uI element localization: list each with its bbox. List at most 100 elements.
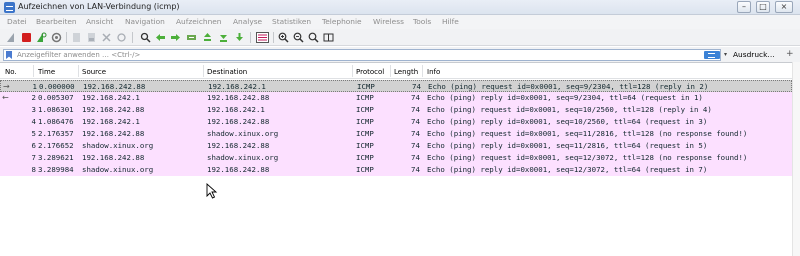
column-header-time[interactable]: Time	[38, 68, 55, 76]
cell-source: 192.168.242.1	[82, 117, 140, 126]
shark-fin-start-icon[interactable]	[6, 32, 17, 43]
cell-info: Echo (ping) reply id=0x0001, seq=11/2816…	[427, 141, 708, 150]
zoom-normal-icon[interactable]	[308, 32, 319, 43]
packet-row[interactable]: 7 3.289621 192.168.242.88 shadow.xinux.org I…	[0, 152, 792, 164]
menu-aufzeichnen[interactable]: Aufzeichnen	[176, 17, 221, 26]
filter-history-dropdown-icon[interactable]: ▾	[722, 49, 729, 61]
cell-length: 74	[411, 105, 420, 114]
cell-no: 3	[31, 105, 36, 114]
cell-length: 74	[411, 165, 420, 174]
cell-info: Echo (ping) request id=0x0001, seq=9/230…	[428, 82, 709, 91]
menu-navigation[interactable]: Navigation	[125, 17, 165, 26]
title-bar: Aufzeichnen von LAN-Verbindung (icmp) – …	[0, 0, 800, 15]
add-filter-button-plus-icon[interactable]: +	[786, 49, 794, 59]
apply-filter-arrow-icon[interactable]	[704, 51, 720, 59]
save-file-icon[interactable]	[86, 32, 97, 43]
cell-no: 5	[31, 129, 36, 138]
packet-row[interactable]: 4 1.086476 192.168.242.1 192.168.242.88 ICMP…	[0, 116, 792, 128]
toolbar-separator	[66, 32, 67, 43]
zoom-in-icon[interactable]	[278, 32, 289, 43]
stop-capture-icon[interactable]	[21, 32, 32, 43]
expression-button[interactable]: Ausdruck…	[733, 50, 775, 59]
minimize-button[interactable]: –	[737, 1, 751, 13]
cell-destination: 192.168.242.88	[207, 165, 270, 174]
column-separator[interactable]	[352, 65, 353, 77]
display-filter-input[interactable]	[4, 50, 694, 60]
cell-no: 7	[31, 153, 36, 162]
column-header-source[interactable]: Source	[82, 68, 106, 76]
cell-no: 2	[31, 93, 36, 102]
column-header-protocol[interactable]: Protocol	[356, 68, 384, 76]
column-separator[interactable]	[390, 65, 391, 77]
go-last-packet-icon[interactable]	[218, 32, 229, 43]
restart-capture-icon[interactable]	[36, 32, 47, 43]
display-filter-bar: ▾ Ausdruck… +	[0, 47, 800, 62]
column-separator[interactable]	[422, 65, 423, 77]
auto-scroll-icon[interactable]	[234, 32, 245, 43]
cell-source: 192.168.242.88	[83, 82, 146, 91]
colorize-icon[interactable]	[256, 32, 269, 43]
cell-info: Echo (ping) request id=0x0001, seq=12/30…	[427, 153, 748, 162]
menu-tools[interactable]: Tools	[413, 17, 431, 26]
cell-source: 192.168.242.88	[82, 105, 145, 114]
cell-protocol: ICMP	[356, 93, 374, 102]
packet-row[interactable]: 5 2.176357 192.168.242.88 shadow.xinux.org I…	[0, 128, 792, 140]
find-packet-icon[interactable]	[140, 32, 151, 43]
go-forward-icon[interactable]	[170, 32, 181, 43]
cell-no: 1	[32, 82, 37, 91]
column-header-info[interactable]: Info	[427, 68, 440, 76]
cell-info: Echo (ping) request id=0x0001, seq=11/28…	[427, 129, 748, 138]
cell-info: Echo (ping) reply id=0x0001, seq=12/3072…	[427, 165, 708, 174]
maximize-button[interactable]: □	[756, 1, 770, 13]
menu-statistiken[interactable]: Statistiken	[272, 17, 311, 26]
window-title: Aufzeichnen von LAN-Verbindung (icmp)	[18, 2, 180, 11]
column-header-destination[interactable]: Destination	[207, 68, 247, 76]
vertical-scrollbar[interactable]	[792, 62, 800, 256]
close-button[interactable]: ×	[775, 1, 793, 13]
menu-bearbeiten[interactable]: Bearbeiten	[36, 17, 77, 26]
packet-row[interactable]: 3 1.086301 192.168.242.88 192.168.242.1 ICMP…	[0, 104, 792, 116]
display-filter-field[interactable]	[3, 49, 721, 61]
cell-destination: shadow.xinux.org	[207, 153, 279, 162]
toolbar-separator	[250, 32, 251, 43]
cell-no: 8	[31, 165, 36, 174]
menu-bar: Datei Bearbeiten Ansicht Navigation Aufz…	[0, 15, 800, 29]
packet-list-header: No. Time Source Destination Protocol Len…	[0, 63, 800, 79]
column-separator[interactable]	[78, 65, 79, 77]
cell-destination: 192.168.242.1	[207, 105, 265, 114]
menu-telephonie[interactable]: Telephonie	[322, 17, 362, 26]
go-first-packet-icon[interactable]	[202, 32, 213, 43]
open-file-icon[interactable]	[71, 32, 82, 43]
close-file-icon[interactable]	[101, 32, 112, 43]
cell-time: 0.000000	[39, 82, 75, 91]
menu-hilfe[interactable]: Hilfe	[442, 17, 459, 26]
packet-row[interactable]: 8 3.289984 shadow.xinux.org 192.168.242.88 I…	[0, 164, 792, 176]
cell-protocol: ICMP	[356, 105, 374, 114]
cell-length: 74	[411, 153, 420, 162]
toolbar-separator	[132, 32, 133, 43]
zoom-out-icon[interactable]	[293, 32, 304, 43]
capture-options-icon[interactable]	[51, 32, 62, 43]
packet-row[interactable]: 6 2.176652 shadow.xinux.org 192.168.242.88 I…	[0, 140, 792, 152]
go-back-icon[interactable]	[155, 32, 166, 43]
cell-length: 74	[411, 117, 420, 126]
column-separator[interactable]	[203, 65, 204, 77]
menu-ansicht[interactable]: Ansicht	[86, 17, 113, 26]
packet-row[interactable]: ← 2 0.005307 192.168.242.1 192.168.242.88 ICM…	[0, 92, 792, 104]
menu-datei[interactable]: Datei	[7, 17, 27, 26]
cell-no: 4	[31, 117, 36, 126]
cell-time: 3.289621	[38, 153, 74, 162]
packet-row[interactable]: → 1 0.000000 192.168.242.88 192.168.242.1 ICM…	[0, 80, 792, 92]
main-toolbar	[0, 29, 800, 46]
wireshark-app-icon	[4, 2, 15, 13]
cell-source: 192.168.242.88	[82, 129, 145, 138]
resize-columns-icon[interactable]	[323, 32, 334, 43]
column-header-length[interactable]: Length	[394, 68, 418, 76]
menu-analyse[interactable]: Analyse	[233, 17, 262, 26]
go-to-packet-icon[interactable]	[186, 32, 197, 43]
cell-time: 0.005307	[38, 93, 74, 102]
column-separator[interactable]	[33, 65, 34, 77]
reload-file-icon[interactable]	[116, 32, 127, 43]
column-header-no[interactable]: No.	[5, 68, 17, 76]
menu-wireless[interactable]: Wireless	[373, 17, 404, 26]
